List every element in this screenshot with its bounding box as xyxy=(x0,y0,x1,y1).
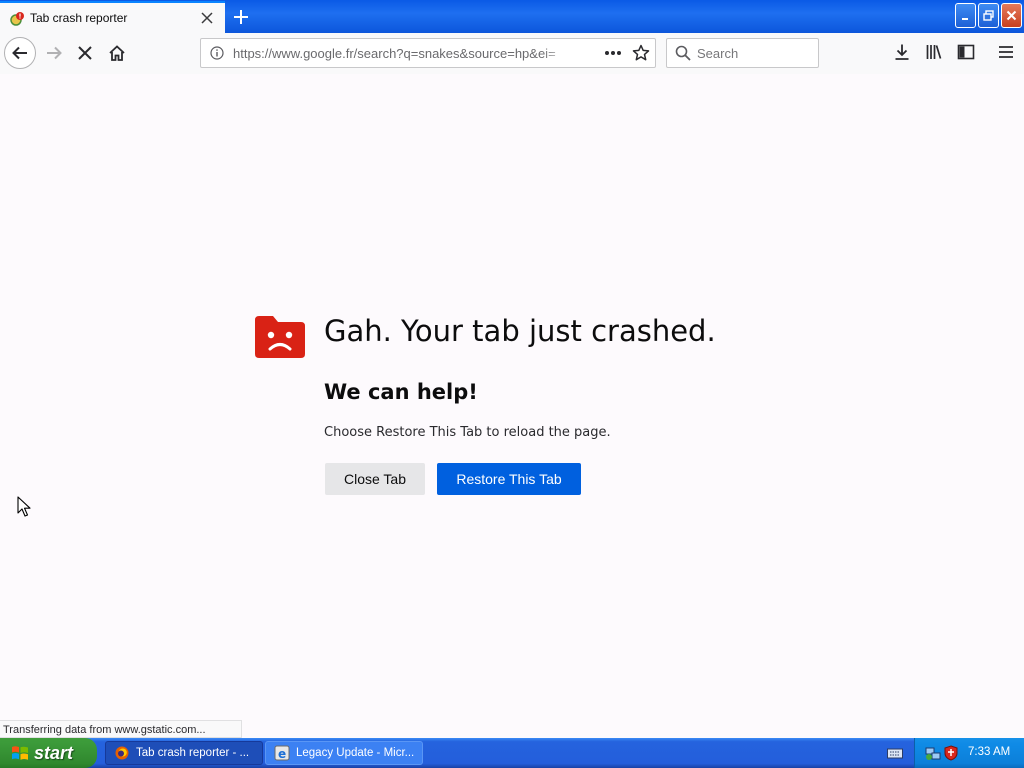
tab-title: Tab crash reporter xyxy=(30,11,128,25)
new-tab-icon[interactable] xyxy=(230,6,252,28)
back-button[interactable] xyxy=(4,37,36,69)
network-icon[interactable] xyxy=(925,745,941,761)
downloads-button[interactable] xyxy=(892,41,912,63)
close-window-button[interactable] xyxy=(1001,3,1022,28)
system-tray: 7:33 AM xyxy=(914,738,1024,768)
keyboard-icon[interactable] xyxy=(887,746,903,760)
forward-arrow-icon xyxy=(47,46,62,60)
start-button[interactable]: start xyxy=(0,738,97,768)
stop-button[interactable] xyxy=(73,41,97,65)
crash-title: Gah. Your tab just crashed. xyxy=(324,314,716,348)
home-icon xyxy=(109,45,125,61)
sidebar-button[interactable] xyxy=(956,41,976,63)
crash-message: Choose Restore This Tab to reload the pa… xyxy=(324,425,611,440)
bookmark-star-icon[interactable] xyxy=(632,44,650,62)
hamburger-menu-button[interactable] xyxy=(996,41,1016,63)
crash-subtitle: We can help! xyxy=(324,380,478,404)
crash-favicon-icon xyxy=(10,12,24,26)
url-text[interactable]: https://www.google.fr/search?q=snakes&so… xyxy=(233,46,571,62)
taskbar-item-label: Legacy Update - Micr... xyxy=(296,747,415,759)
sidebar-icon xyxy=(957,44,975,60)
search-input[interactable]: Search xyxy=(697,46,738,61)
site-info-icon[interactable] xyxy=(210,46,224,60)
security-shield-icon[interactable] xyxy=(943,745,959,761)
mouse-cursor-icon xyxy=(17,496,31,517)
hamburger-menu-icon xyxy=(999,46,1013,58)
back-arrow-icon xyxy=(12,46,27,60)
library-button[interactable] xyxy=(924,41,944,63)
minimize-button[interactable] xyxy=(955,3,976,28)
nav-toolbar: https://www.google.fr/search?q=snakes&so… xyxy=(0,33,1024,75)
sad-tab-icon xyxy=(255,316,305,358)
tab-crash-reporter[interactable]: Tab crash reporter xyxy=(0,1,225,33)
library-icon xyxy=(926,45,942,59)
restore-window-button[interactable] xyxy=(978,3,999,28)
crash-page: Gah. Your tab just crashed. We can help!… xyxy=(0,74,1024,738)
taskbar: start Tab crash reporter - ... e Legacy … xyxy=(0,738,1024,768)
home-button[interactable] xyxy=(105,41,129,65)
status-bar: Transferring data from www.gstatic.com..… xyxy=(0,720,242,738)
restore-tab-button[interactable]: Restore This Tab xyxy=(437,463,581,495)
close-tab-button[interactable]: Close Tab xyxy=(325,463,425,495)
search-bar[interactable]: Search xyxy=(666,38,819,68)
taskbar-item-firefox[interactable]: Tab crash reporter - ... xyxy=(105,741,263,765)
start-label: start xyxy=(34,742,74,763)
svg-text:e: e xyxy=(278,747,286,761)
download-icon xyxy=(895,44,909,60)
url-bar[interactable]: https://www.google.fr/search?q=snakes&so… xyxy=(200,38,656,68)
windows-logo-icon xyxy=(12,746,28,760)
taskbar-item-label: Tab crash reporter - ... xyxy=(136,747,250,759)
url-fade xyxy=(541,42,573,64)
clock: 7:33 AM xyxy=(968,746,1011,758)
page-actions-icon[interactable] xyxy=(603,45,623,61)
status-text: Transferring data from www.gstatic.com..… xyxy=(3,724,206,736)
firefox-icon xyxy=(115,746,129,760)
search-icon xyxy=(675,45,691,61)
tab-close-icon[interactable] xyxy=(199,10,215,26)
forward-button[interactable] xyxy=(42,41,66,65)
stop-x-icon xyxy=(78,46,92,60)
internet-explorer-icon: e xyxy=(274,745,290,761)
title-bar: Tab crash reporter xyxy=(0,0,1024,33)
taskbar-item-legacy-update[interactable]: e Legacy Update - Micr... xyxy=(265,741,423,765)
